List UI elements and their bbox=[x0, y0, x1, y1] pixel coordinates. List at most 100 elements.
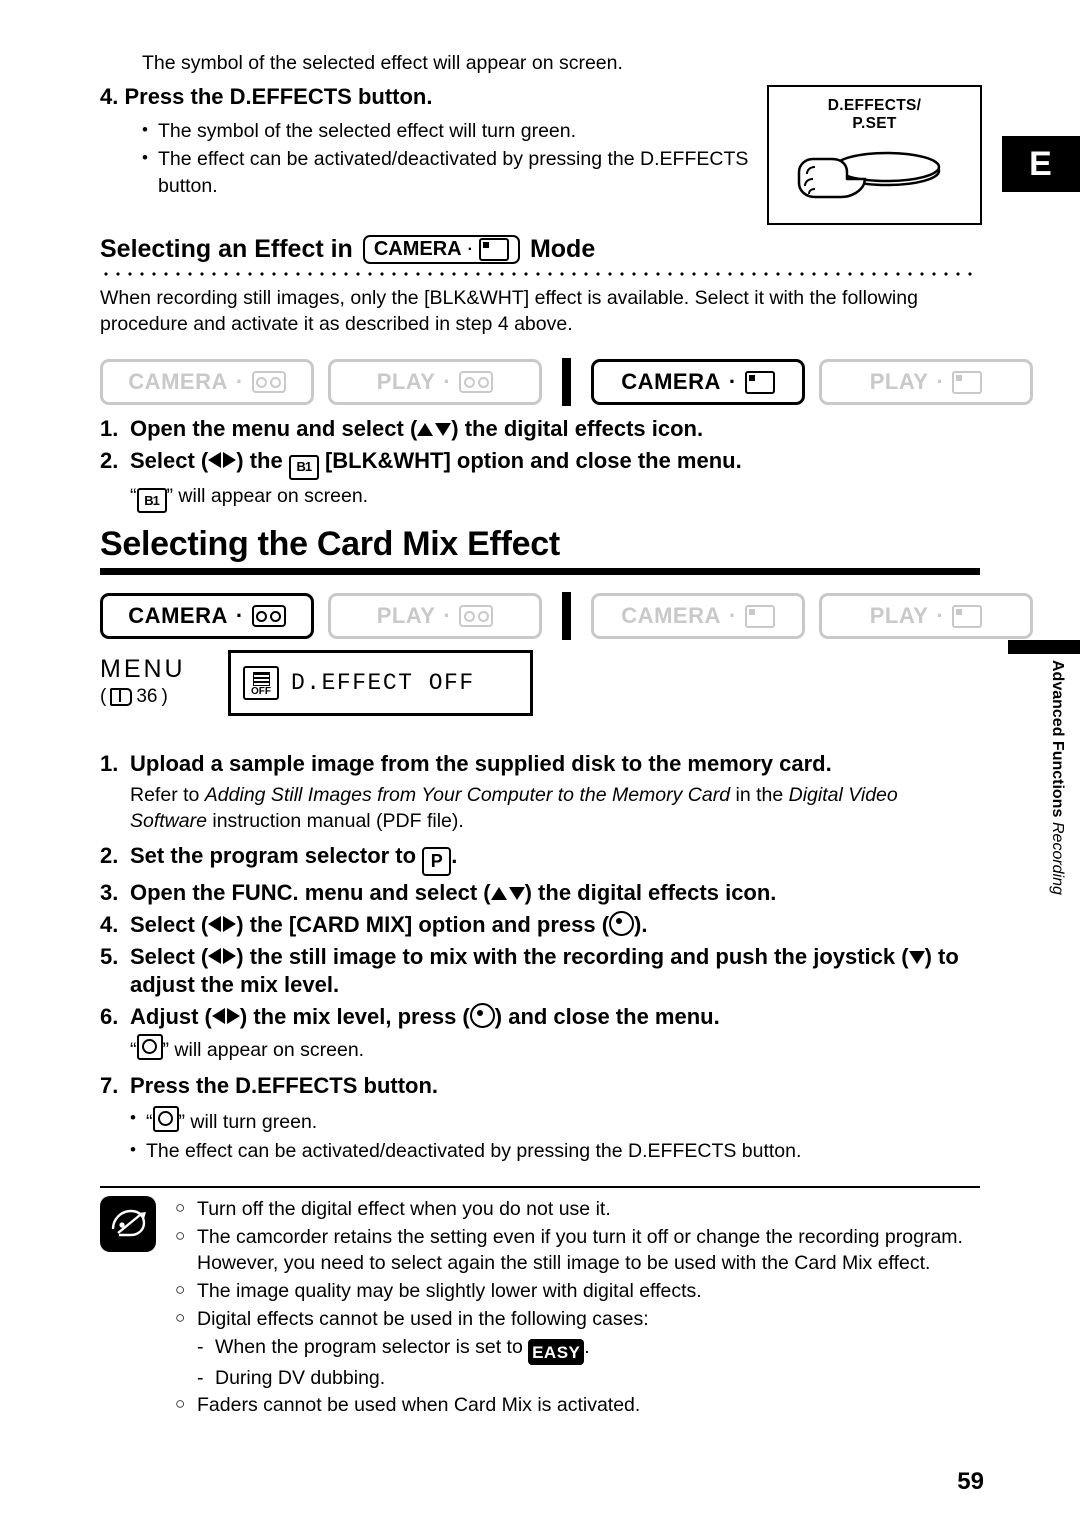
card-icon bbox=[478, 238, 509, 261]
step-number: 4. bbox=[100, 912, 119, 938]
program-selector-icon: P bbox=[422, 847, 452, 877]
step-4-block: 4. Press the D.EFFECTS button. • The sym… bbox=[100, 84, 760, 201]
dotted-divider bbox=[100, 272, 980, 276]
hand-pressing-button-art bbox=[769, 139, 980, 209]
note-marker-icon: ○ bbox=[175, 1198, 186, 1217]
card-icon bbox=[952, 604, 983, 628]
section1-note: “B1” will appear on screen. bbox=[130, 483, 980, 513]
note-marker-icon: ○ bbox=[175, 1225, 186, 1245]
step-text-pre: Adjust ( bbox=[130, 1003, 212, 1029]
note-text: Turn off the digital effect when you do … bbox=[197, 1198, 611, 1220]
menu-page-reference: (36) bbox=[100, 686, 168, 707]
mode-tab-camera-card[interactable]: CAMERA · bbox=[591, 593, 805, 639]
mode-pill-label: CAMERA bbox=[373, 238, 462, 260]
note-item: ○ Turn off the digital effect when you d… bbox=[175, 1196, 980, 1223]
step-text-pre: Set the program selector to bbox=[130, 843, 417, 869]
note-marker-icon: ○ bbox=[175, 1280, 186, 1300]
section1-step-2: 2. Select () the B1 [BLK&WHT] option and… bbox=[100, 447, 980, 480]
step-text-pre: Select ( bbox=[130, 447, 209, 473]
step-number: 2. bbox=[100, 843, 119, 869]
section2-step-3: 3. Open the FUNC. menu and select () the… bbox=[100, 879, 960, 908]
section-heading-selecting-effect: Selecting an Effect in CAMERA · Mode bbox=[100, 235, 980, 264]
notes-icon-svg bbox=[111, 1209, 146, 1237]
side-tab-marker bbox=[1008, 640, 1080, 654]
card-icon bbox=[952, 370, 983, 394]
left-right-arrows-icon bbox=[208, 451, 237, 468]
tape-icon bbox=[251, 371, 286, 393]
step-text-post: ) and close the menu. bbox=[494, 1003, 720, 1029]
mode-tab-play-card[interactable]: PLAY · bbox=[819, 593, 1033, 639]
bullet-dot-icon: • bbox=[130, 1139, 136, 1159]
step-text-mid: ) the still image to mix with the record… bbox=[236, 943, 909, 969]
mode-tab-label: CAMERA bbox=[128, 369, 228, 394]
mode-tab-camera-card[interactable]: CAMERA · bbox=[591, 359, 805, 405]
step-text-mid: ) the mix level, press ( bbox=[239, 1003, 470, 1029]
dot-separator: · bbox=[728, 603, 737, 628]
mode-tab-label: PLAY bbox=[376, 603, 436, 628]
section2-step-7: 7. Press the D.EFFECTS button. bbox=[100, 1072, 960, 1101]
mode-tab-camera-tape[interactable]: CAMERA · bbox=[100, 359, 314, 405]
book-icon bbox=[110, 688, 133, 706]
note-italic-title: Adding Still Images from Your Computer t… bbox=[204, 783, 731, 806]
step-text-pre: Open the menu and select ( bbox=[130, 416, 418, 441]
step-number: 5. bbox=[100, 943, 119, 969]
note-suffix: instruction manual (PDF file). bbox=[206, 809, 464, 832]
side-tab-section: Advanced Functions bbox=[1049, 660, 1066, 818]
note-marker-icon: ○ bbox=[175, 1307, 186, 1327]
card-icon bbox=[744, 370, 775, 394]
step-text: Open the menu and select () the digital … bbox=[130, 415, 980, 444]
deffects-label-line2: P.SET bbox=[852, 114, 897, 132]
note-subitem-pre: When the program selector is set to bbox=[215, 1335, 523, 1358]
left-right-arrows-icon bbox=[211, 1007, 240, 1024]
section2-step-5: 5. Select () the still image to mix with… bbox=[100, 943, 960, 1000]
mode-tab-play-tape[interactable]: PLAY · bbox=[328, 593, 542, 639]
note-item: ○ Faders cannot be used when Card Mix is… bbox=[175, 1392, 980, 1419]
step-number: 3. bbox=[100, 880, 119, 906]
side-tab-text: Advanced Functions Recording bbox=[1020, 660, 1066, 930]
deffects-button-illustration: D.EFFECTS/ P.SET bbox=[767, 85, 982, 225]
step-text-post: [BLK&WHT] option and close the menu. bbox=[324, 447, 742, 473]
note-subitem-post: . bbox=[584, 1335, 590, 1358]
dot-separator: · bbox=[235, 369, 244, 394]
mode-tab-camera-tape[interactable]: CAMERA · bbox=[100, 593, 314, 639]
language-tab: E bbox=[1002, 136, 1080, 192]
note-text: The image quality may be slightly lower … bbox=[197, 1280, 702, 1303]
step-4-heading: 4. Press the D.EFFECTS button. bbox=[100, 84, 433, 109]
step-4-bullet: • The symbol of the selected effect will… bbox=[142, 118, 760, 144]
mode-row-divider bbox=[562, 592, 571, 640]
section2-step-2: 2. Set the program selector to P. bbox=[100, 842, 960, 877]
step-text: Upload a sample image from the supplied … bbox=[130, 751, 832, 776]
note-prefix: Refer to bbox=[130, 783, 205, 806]
left-right-arrows-icon bbox=[208, 916, 237, 933]
tape-icon bbox=[459, 371, 494, 393]
step-text-pre: Open the FUNC. menu and select ( bbox=[130, 880, 491, 906]
card-mix-icon bbox=[136, 1034, 163, 1061]
page-title: Selecting the Card Mix Effect bbox=[100, 525, 560, 563]
notes-pencil-icon bbox=[100, 1196, 156, 1252]
section1-steps: 1. Open the menu and select () the digit… bbox=[100, 415, 980, 521]
dash-marker: - bbox=[197, 1367, 204, 1390]
section2-step-7-bullet: • The effect can be activated/deactivate… bbox=[130, 1138, 960, 1164]
mode-tab-play-card[interactable]: PLAY · bbox=[819, 359, 1033, 405]
manual-page: E The symbol of the selected effect will… bbox=[0, 0, 1080, 1534]
note-marker-icon: ○ bbox=[175, 1393, 186, 1413]
blkwht-icon: B1 bbox=[136, 487, 167, 513]
mode-tab-play-tape[interactable]: PLAY · bbox=[328, 359, 542, 405]
menu-reference: MENU (36) bbox=[100, 655, 186, 708]
up-down-arrows-icon bbox=[490, 887, 525, 901]
mode-tab-label: PLAY bbox=[376, 369, 436, 394]
step-text-post: . bbox=[451, 843, 458, 869]
mode-row-divider bbox=[562, 358, 571, 406]
bullet-dot-icon: • bbox=[142, 120, 148, 139]
dot-separator: · bbox=[443, 369, 452, 394]
section2-step-7-bullet: • “” will turn green. bbox=[130, 1106, 960, 1135]
section2-step-6: 6. Adjust () the mix level, press () and… bbox=[100, 1002, 960, 1032]
step-text: Set the program selector to P. bbox=[130, 842, 960, 877]
menu-page-number: 36 bbox=[136, 686, 158, 707]
mode-tab-label: CAMERA bbox=[128, 603, 228, 628]
menu-setting-field[interactable]: OFF D.EFFECT OFF bbox=[228, 650, 533, 716]
left-right-arrows-icon bbox=[208, 947, 237, 964]
up-down-arrows-icon bbox=[417, 423, 452, 436]
tape-icon bbox=[251, 605, 286, 627]
down-arrow-icon bbox=[908, 951, 925, 965]
